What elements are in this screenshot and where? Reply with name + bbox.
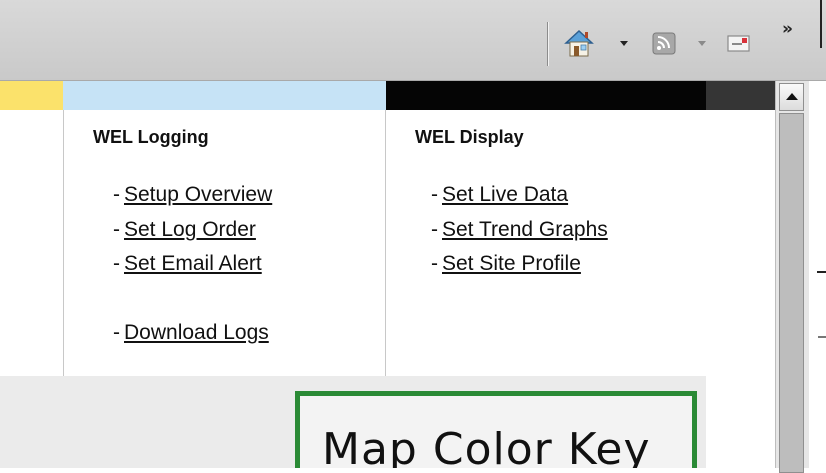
set-email-alert-link[interactable]: Set Email Alert xyxy=(124,252,262,275)
menu-item-setup-overview: - Setup Overview xyxy=(113,183,272,207)
window-edge xyxy=(820,0,822,48)
set-site-profile-link[interactable]: Set Site Profile xyxy=(442,252,581,275)
wel-logging-heading: WEL Logging xyxy=(93,127,209,147)
set-live-data-link[interactable]: Set Live Data xyxy=(442,183,568,206)
menu-color-bar-blue xyxy=(63,81,386,110)
outer-window-edge xyxy=(809,81,826,468)
map-color-key-box: Map Color Key xyxy=(295,391,697,468)
mail-icon xyxy=(727,35,750,52)
menu-color-bar-black xyxy=(386,81,706,110)
home-button[interactable] xyxy=(562,28,596,58)
dropdown-arrow-icon xyxy=(698,41,706,46)
menu-item-set-trend-graphs: - Set Trend Graphs xyxy=(431,218,608,242)
home-dropdown-button[interactable] xyxy=(617,28,631,58)
map-color-key-title: Map Color Key xyxy=(322,424,651,468)
column-divider xyxy=(63,110,64,376)
bullet-dash: - xyxy=(113,321,120,344)
edge-mark xyxy=(818,336,826,338)
page-content: WEL Logging - Setup Overview - Set Log Ord… xyxy=(0,81,775,468)
feed-icon xyxy=(652,32,676,55)
set-trend-graphs-link[interactable]: Set Trend Graphs xyxy=(442,218,608,241)
more-commands-button[interactable]: » xyxy=(782,18,806,40)
feeds-button[interactable] xyxy=(651,28,679,58)
read-mail-button[interactable] xyxy=(726,28,752,58)
home-icon xyxy=(564,29,594,57)
menu-item-set-log-order: - Set Log Order xyxy=(113,218,256,242)
menu-item-set-site-profile: - Set Site Profile xyxy=(431,252,581,276)
bullet-dash: - xyxy=(113,252,120,275)
menu-color-bar-gray xyxy=(706,81,775,110)
setup-overview-link[interactable]: Setup Overview xyxy=(124,183,272,206)
scroll-up-button[interactable] xyxy=(779,83,804,111)
bullet-dash: - xyxy=(431,183,438,206)
column-divider xyxy=(385,110,386,376)
download-logs-link[interactable]: Download Logs xyxy=(124,321,269,344)
dropdown-arrow-icon xyxy=(620,41,628,46)
menu-item-download-logs: - Download Logs xyxy=(113,321,269,345)
wel-display-heading: WEL Display xyxy=(415,127,524,147)
menu-color-bar-yellow xyxy=(0,81,63,110)
menu-item-set-live-data: - Set Live Data xyxy=(431,183,568,207)
bullet-dash: - xyxy=(431,218,438,241)
command-bar: » xyxy=(0,0,826,81)
menu-item-set-email-alert: - Set Email Alert xyxy=(113,252,262,276)
edge-mark xyxy=(817,271,826,273)
scroll-thumb[interactable] xyxy=(779,113,804,473)
feeds-dropdown-button[interactable] xyxy=(695,28,709,58)
set-log-order-link[interactable]: Set Log Order xyxy=(124,218,256,241)
vertical-scrollbar[interactable] xyxy=(775,81,809,473)
bullet-dash: - xyxy=(113,183,120,206)
chevron-double-right-icon: » xyxy=(782,19,793,39)
bullet-dash: - xyxy=(431,252,438,275)
bullet-dash: - xyxy=(113,218,120,241)
up-arrow-icon xyxy=(786,93,798,100)
toolbar-separator xyxy=(547,22,548,66)
